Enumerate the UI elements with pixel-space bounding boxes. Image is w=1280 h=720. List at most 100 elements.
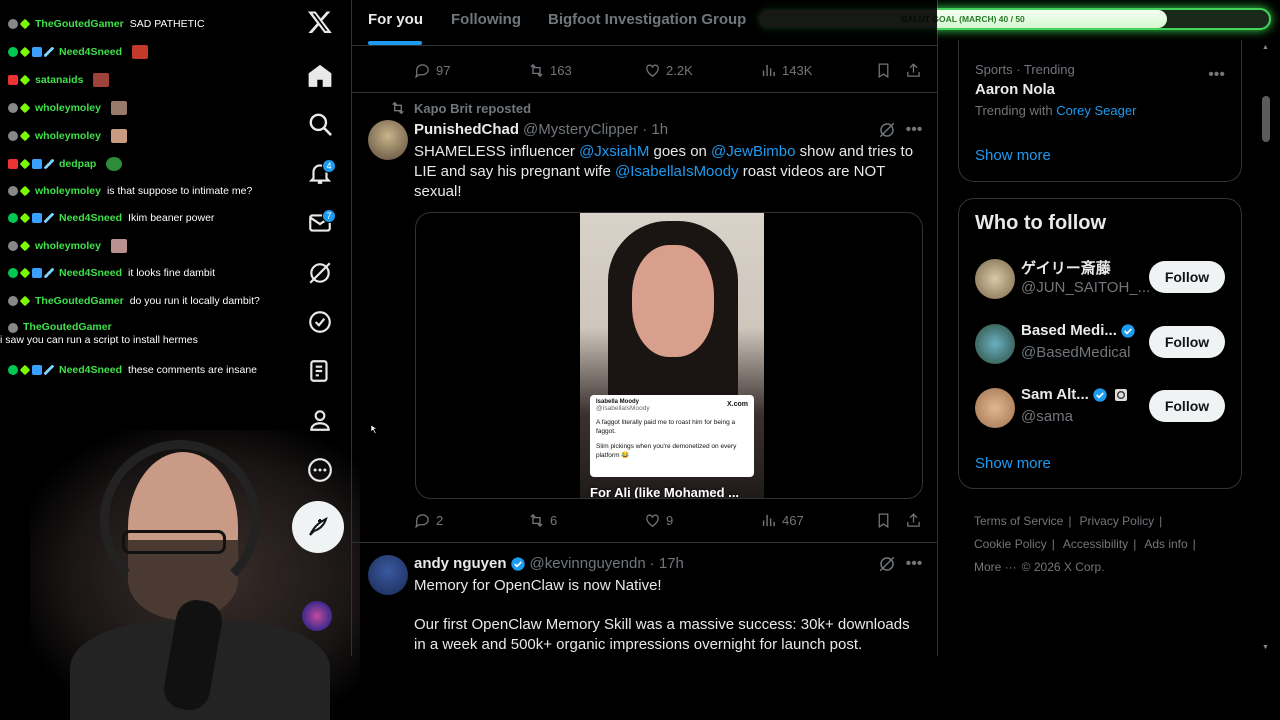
compose-post-button[interactable] (292, 501, 344, 553)
follow-button[interactable]: Follow (1149, 390, 1225, 422)
who-to-follow-show-more-link[interactable]: Show more (975, 455, 1051, 472)
footer-separator: | (1159, 514, 1163, 528)
tab-following[interactable]: Following (451, 11, 521, 28)
like-button[interactable]: 9 (644, 512, 673, 529)
privacy-link[interactable]: Privacy Policy (1079, 514, 1154, 528)
mention-link[interactable]: @IsabellaIsMoody (615, 163, 739, 180)
badge-icon (8, 131, 18, 141)
reply-button[interactable]: 97 (414, 62, 450, 79)
suggestion-avatar[interactable] (975, 324, 1015, 364)
views-button[interactable]: 467 (760, 512, 804, 529)
views-button[interactable]: 143K (760, 62, 812, 79)
badge-icon (8, 213, 18, 223)
post-author-handle[interactable]: @kevinnguyendn (530, 555, 646, 572)
views-count: 143K (782, 62, 813, 78)
chat-username: satanaids (35, 73, 84, 86)
badge-icon (32, 268, 42, 278)
grok-icon[interactable] (302, 255, 338, 291)
scroll-up-arrow-icon[interactable]: ▲ (1262, 44, 1270, 52)
chat-username: Need4Sneed (59, 266, 123, 279)
chat-message: dedpap (8, 156, 123, 172)
follow-button[interactable]: Follow (1149, 326, 1225, 358)
bookmark-button[interactable] (875, 62, 892, 79)
post-author-name[interactable]: andy nguyen (414, 555, 507, 572)
like-count: 2.2K (666, 62, 693, 78)
trends-show-more-link[interactable]: Show more (975, 147, 1051, 164)
suggestion-name[interactable]: ゲイリー斎藤 (1021, 257, 1111, 278)
repost-context: Kapo Brit reposted (390, 100, 531, 116)
trends-card: Sports · Trending Aaron Nola Trending wi… (958, 40, 1242, 182)
accessibility-link[interactable]: Accessibility (1063, 537, 1128, 551)
reply-button[interactable]: 2 (414, 512, 443, 529)
bookmark-button[interactable] (875, 512, 892, 529)
repost-button[interactable]: 6 (528, 512, 557, 529)
tab-for-you[interactable]: For you (368, 11, 423, 28)
post-timestamp[interactable]: · 1h (642, 121, 668, 138)
follow-suggestion[interactable]: Based Medi... @BasedMedical Follow (959, 322, 1243, 366)
profile-icon[interactable] (302, 402, 338, 438)
cookie-link[interactable]: Cookie Policy (974, 537, 1047, 551)
sword-badge-icon (44, 47, 54, 57)
badge-icon (8, 47, 18, 57)
ads-info-link[interactable]: Ads info (1144, 537, 1187, 551)
footer-links: Terms of Service | Privacy Policy | Cookie … (974, 510, 1244, 579)
post-author-name[interactable]: PunishedChad (414, 121, 519, 138)
terms-link[interactable]: Terms of Service (974, 514, 1063, 528)
mention-link[interactable]: @JxsiahM (579, 143, 649, 160)
more-link[interactable]: More ··· (974, 560, 1017, 574)
mention-link[interactable]: @JewBimbo (711, 143, 795, 160)
chat-username: wholeymoley (35, 184, 101, 197)
bookmark-icon (878, 512, 889, 528)
suggestion-avatar[interactable] (975, 388, 1015, 428)
grok-explain-icon[interactable] (878, 555, 896, 573)
like-button[interactable]: 2.2K (644, 62, 693, 79)
trend-more-icon[interactable]: ••• (1208, 66, 1225, 84)
badge-icon (19, 364, 31, 376)
badge-icon (8, 296, 18, 306)
post-author-handle[interactable]: @MysteryClipper (523, 121, 638, 138)
chat-username: TheGoutedGamer (35, 294, 124, 307)
repost-button[interactable]: 163 (528, 62, 572, 79)
suggestion-name-row[interactable]: Based Medi... (1021, 322, 1136, 339)
post-author-avatar[interactable] (368, 555, 408, 595)
chat-username: wholeymoley (35, 239, 101, 252)
page-scrollbar-thumb[interactable] (1262, 96, 1270, 142)
chat-message: wholeymoley is that suppose to intimate … (8, 183, 252, 199)
badge-icon (8, 159, 18, 169)
post-author-avatar[interactable] (368, 120, 408, 160)
tab-bigfoot-group[interactable]: Bigfoot Investigation Group (548, 11, 746, 28)
follow-button[interactable]: Follow (1149, 261, 1225, 293)
verified-badge-icon[interactable] (302, 304, 338, 340)
chat-username: wholeymoley (35, 129, 101, 142)
messages-envelope-icon[interactable]: 7 (302, 205, 338, 241)
post-video-player[interactable]: Isabella Moody @IsabellaIsMoody X.com A … (415, 212, 923, 499)
x-logo-icon[interactable] (302, 4, 338, 40)
post-more-icon[interactable]: ••• (904, 554, 924, 574)
follow-suggestion[interactable]: ゲイリー斎藤 @JUN_SAITOH_... Follow (959, 257, 1243, 301)
post-timestamp[interactable]: · 17h (650, 555, 684, 572)
share-button[interactable] (905, 512, 922, 529)
share-button[interactable] (905, 62, 922, 79)
share-icon (907, 62, 920, 77)
scroll-down-arrow-icon[interactable]: ▼ (1262, 644, 1270, 652)
articles-icon[interactable] (302, 353, 338, 389)
search-icon[interactable] (302, 106, 338, 142)
suggestion-avatar[interactable] (975, 259, 1015, 299)
follow-suggestion[interactable]: Sam Alt... @sama Follow (959, 386, 1243, 430)
post-actions-bar: 97 163 2.2K 143K (414, 60, 924, 80)
more-options-icon[interactable] (302, 452, 338, 488)
home-icon[interactable] (302, 58, 338, 94)
video-frame: Isabella Moody @IsabellaIsMoody X.com A … (580, 213, 764, 499)
trend-title[interactable]: Aaron Nola (975, 81, 1055, 98)
suggestion-name-row[interactable]: Sam Alt... (1021, 386, 1129, 403)
notifications-bell-icon[interactable]: 4 (302, 155, 338, 191)
chat-text: i saw you can run a script to install he… (0, 334, 198, 346)
grok-explain-icon[interactable] (878, 121, 896, 139)
video-caption: For Ali (like Mohamed ... (590, 485, 740, 499)
repost-label[interactable]: Kapo Brit reposted (414, 101, 531, 116)
post-more-icon[interactable]: ••• (904, 120, 924, 140)
footer-separator: | (1192, 537, 1196, 551)
account-avatar[interactable] (302, 601, 332, 631)
trend-related-link[interactable]: Corey Seager (1056, 103, 1136, 118)
badge-icon (8, 365, 18, 375)
